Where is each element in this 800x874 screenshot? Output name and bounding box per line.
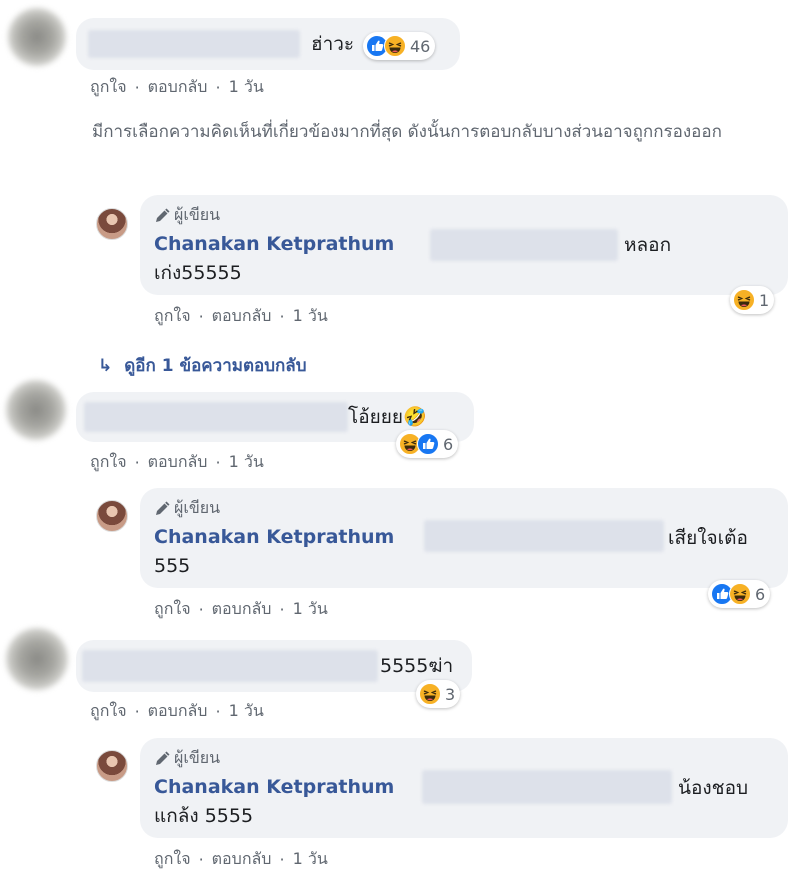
timestamp[interactable]: 1 วัน xyxy=(229,75,264,100)
timestamp[interactable]: 1 วัน xyxy=(293,597,328,622)
comment-text: ฮ่าวะ xyxy=(311,33,355,55)
author-avatar[interactable] xyxy=(96,208,128,240)
reply-link[interactable]: ตอบกลับ xyxy=(148,699,208,724)
author-badge-label: ผู้เขียน xyxy=(174,205,221,224)
reaction-summary[interactable]: 46 xyxy=(363,32,436,60)
haha-icon xyxy=(729,583,751,605)
reply-link[interactable]: ตอบกลับ xyxy=(148,450,208,475)
mentioned-name-redacted[interactable] xyxy=(424,520,664,552)
like-link[interactable]: ถูกใจ xyxy=(154,304,191,329)
mentioned-name-redacted[interactable] xyxy=(422,770,672,804)
reaction-summary[interactable]: 3 xyxy=(416,680,461,708)
author-badge-label: ผู้เขียน xyxy=(174,748,221,767)
reaction-count: 46 xyxy=(410,36,431,56)
separator: · xyxy=(215,78,221,97)
separator: · xyxy=(134,702,140,721)
comment-text: โอ้ยยย🤣 xyxy=(348,406,427,428)
author-avatar[interactable] xyxy=(96,750,128,782)
separator: · xyxy=(198,307,204,326)
reply-text-line1: เสียใจเต้อ xyxy=(668,527,748,549)
reply-link[interactable]: ตอบกลับ xyxy=(212,304,272,329)
commenter-name-redacted[interactable] xyxy=(82,650,378,682)
comment-actions: ถูกใจ · ตอบกลับ · 1 วัน xyxy=(90,75,264,100)
reaction-count: 3 xyxy=(445,684,456,704)
author-badge-label: ผู้เขียน xyxy=(174,498,221,517)
like-link[interactable]: ถูกใจ xyxy=(90,75,127,100)
comment-actions: ถูกใจ · ตอบกลับ · 1 วัน xyxy=(90,450,264,475)
reaction-count: 1 xyxy=(759,290,770,310)
commenter-name-redacted[interactable] xyxy=(88,30,300,58)
commenter-avatar[interactable] xyxy=(8,8,66,66)
reply-text-line1: น้องชอบ xyxy=(678,777,749,799)
separator: · xyxy=(279,850,285,869)
reply-text-line1: หลอก xyxy=(624,234,672,256)
reaction-summary[interactable]: 6 xyxy=(708,580,771,608)
reply-actions: ถูกใจ · ตอบกลับ · 1 วัน xyxy=(154,304,328,329)
author-badge: ผู้เขียน xyxy=(154,203,220,228)
separator: · xyxy=(198,600,204,619)
pencil-icon xyxy=(154,751,170,767)
mentioned-name-redacted[interactable] xyxy=(430,229,618,261)
commenter-avatar[interactable] xyxy=(6,628,68,690)
author-name[interactable]: Chanakan Ketprathum xyxy=(154,233,394,255)
timestamp[interactable]: 1 วัน xyxy=(229,450,264,475)
reply-link[interactable]: ตอบกลับ xyxy=(212,597,272,622)
reaction-count: 6 xyxy=(755,584,766,604)
reply-actions: ถูกใจ · ตอบกลับ · 1 วัน xyxy=(154,847,328,872)
pencil-icon xyxy=(154,501,170,517)
reply-arrow-icon: ↳ xyxy=(98,355,113,376)
haha-icon xyxy=(419,683,441,705)
commenter-name-redacted[interactable] xyxy=(84,402,348,432)
haha-icon xyxy=(733,289,755,311)
author-name[interactable]: Chanakan Ketprathum xyxy=(154,776,394,798)
reaction-summary[interactable]: 1 xyxy=(730,286,775,314)
like-icon xyxy=(417,433,439,455)
comment-bubble: 5555ฆ่า xyxy=(76,640,472,692)
haha-icon xyxy=(384,35,406,57)
separator: · xyxy=(279,307,285,326)
reply-link[interactable]: ตอบกลับ xyxy=(148,75,208,100)
view-more-replies-label: ดูอีก 1 ข้อความตอบกลับ xyxy=(124,356,307,376)
separator: · xyxy=(134,453,140,472)
pencil-icon xyxy=(154,208,170,224)
reply-bubble: ผู้เขียน Chanakan Ketprathum หลอก เก่ง55… xyxy=(140,195,788,295)
commenter-avatar[interactable] xyxy=(6,380,66,440)
reply-text-line2: แกล้ง 5555 xyxy=(154,805,254,827)
like-link[interactable]: ถูกใจ xyxy=(154,597,191,622)
reply-bubble: ผู้เขียน Chanakan Ketprathum เสียใจเต้อ … xyxy=(140,488,788,588)
filter-notice: มีการเลือกความคิดเห็นที่เกี่ยวข้องมากที่… xyxy=(92,122,722,142)
view-more-replies[interactable]: ↳ ดูอีก 1 ข้อความตอบกลับ xyxy=(98,352,307,379)
reply-link[interactable]: ตอบกลับ xyxy=(212,847,272,872)
reaction-count: 6 xyxy=(443,434,454,454)
author-badge: ผู้เขียน xyxy=(154,496,220,521)
reply-bubble: ผู้เขียน Chanakan Ketprathum น้องชอบ แกล… xyxy=(140,738,788,838)
like-link[interactable]: ถูกใจ xyxy=(90,699,127,724)
timestamp[interactable]: 1 วัน xyxy=(293,847,328,872)
separator: · xyxy=(215,702,221,721)
reply-text-line2: เก่ง55555 xyxy=(154,262,242,284)
separator: · xyxy=(279,600,285,619)
reaction-summary[interactable]: 6 xyxy=(396,430,459,458)
timestamp[interactable]: 1 วัน xyxy=(229,699,264,724)
like-link[interactable]: ถูกใจ xyxy=(154,847,191,872)
separator: · xyxy=(215,453,221,472)
reply-actions: ถูกใจ · ตอบกลับ · 1 วัน xyxy=(154,597,328,622)
like-link[interactable]: ถูกใจ xyxy=(90,450,127,475)
author-avatar[interactable] xyxy=(96,500,128,532)
separator: · xyxy=(198,850,204,869)
comment-actions: ถูกใจ · ตอบกลับ · 1 วัน xyxy=(90,699,264,724)
author-badge: ผู้เขียน xyxy=(154,746,220,771)
comment-text: 5555ฆ่า xyxy=(380,655,454,677)
separator: · xyxy=(134,78,140,97)
author-name[interactable]: Chanakan Ketprathum xyxy=(154,526,394,548)
reply-text-line2: 555 xyxy=(154,555,191,577)
timestamp[interactable]: 1 วัน xyxy=(293,304,328,329)
